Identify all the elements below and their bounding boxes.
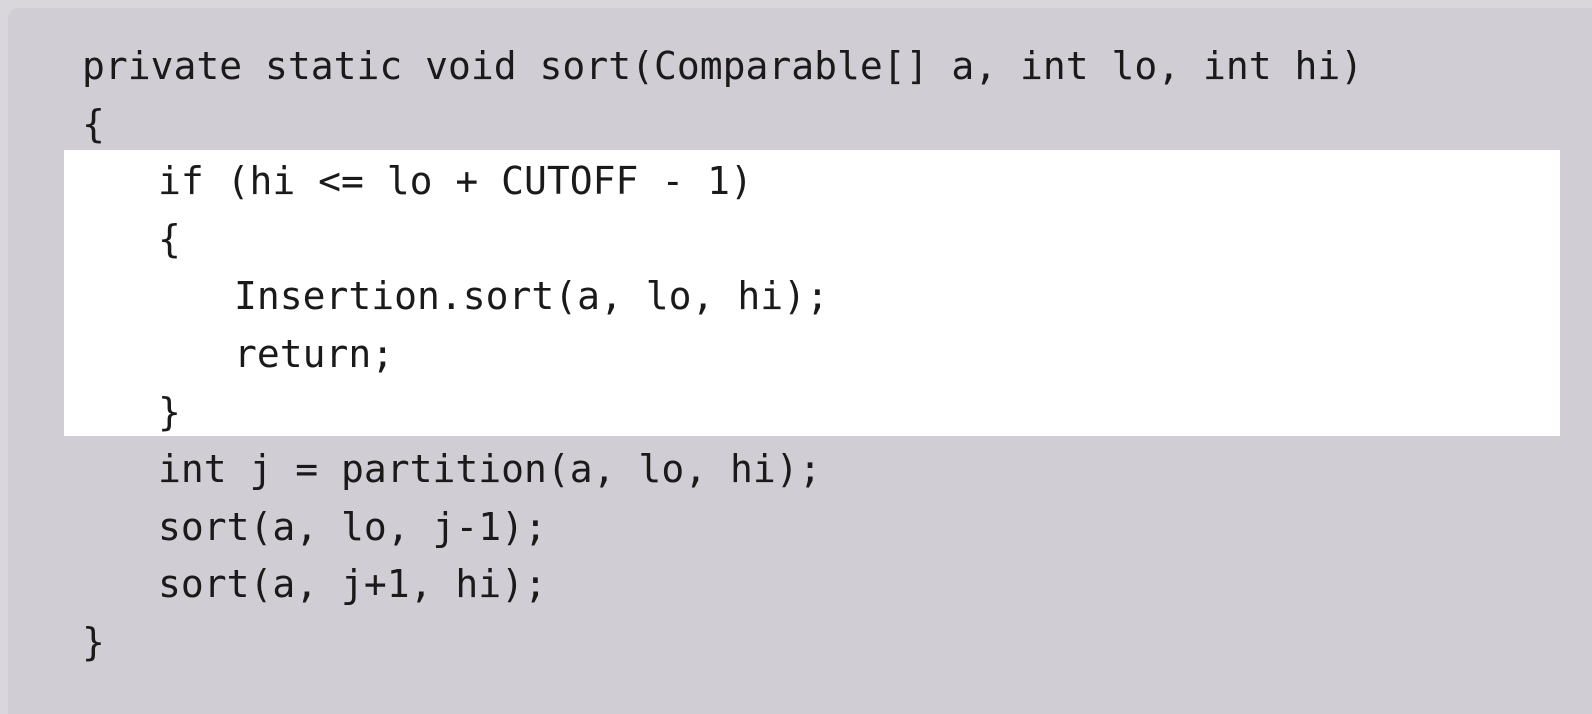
code-line-if-open-brace: { xyxy=(158,216,181,261)
code-line-insertion-sort: Insertion.sort(a, lo, hi); xyxy=(234,274,829,319)
code-line-open-brace: { xyxy=(82,101,105,146)
code-line-close-brace: } xyxy=(82,619,105,664)
code-line-sort-left: sort(a, lo, j-1); xyxy=(158,504,547,549)
code-line-sort-right: sort(a, j+1, hi); xyxy=(158,562,547,607)
code-line-cutoff-check: if (hi <= lo + CUTOFF - 1) xyxy=(158,159,753,204)
code-line-method-signature: private static void sort(Comparable[] a,… xyxy=(82,44,1364,88)
code-line-partition: int j = partition(a, lo, hi); xyxy=(158,447,822,492)
code-line-return: return; xyxy=(234,331,395,376)
code-block: private static void sort(Comparable[] a,… xyxy=(82,38,1363,672)
code-line-if-close-brace: } xyxy=(158,389,181,434)
